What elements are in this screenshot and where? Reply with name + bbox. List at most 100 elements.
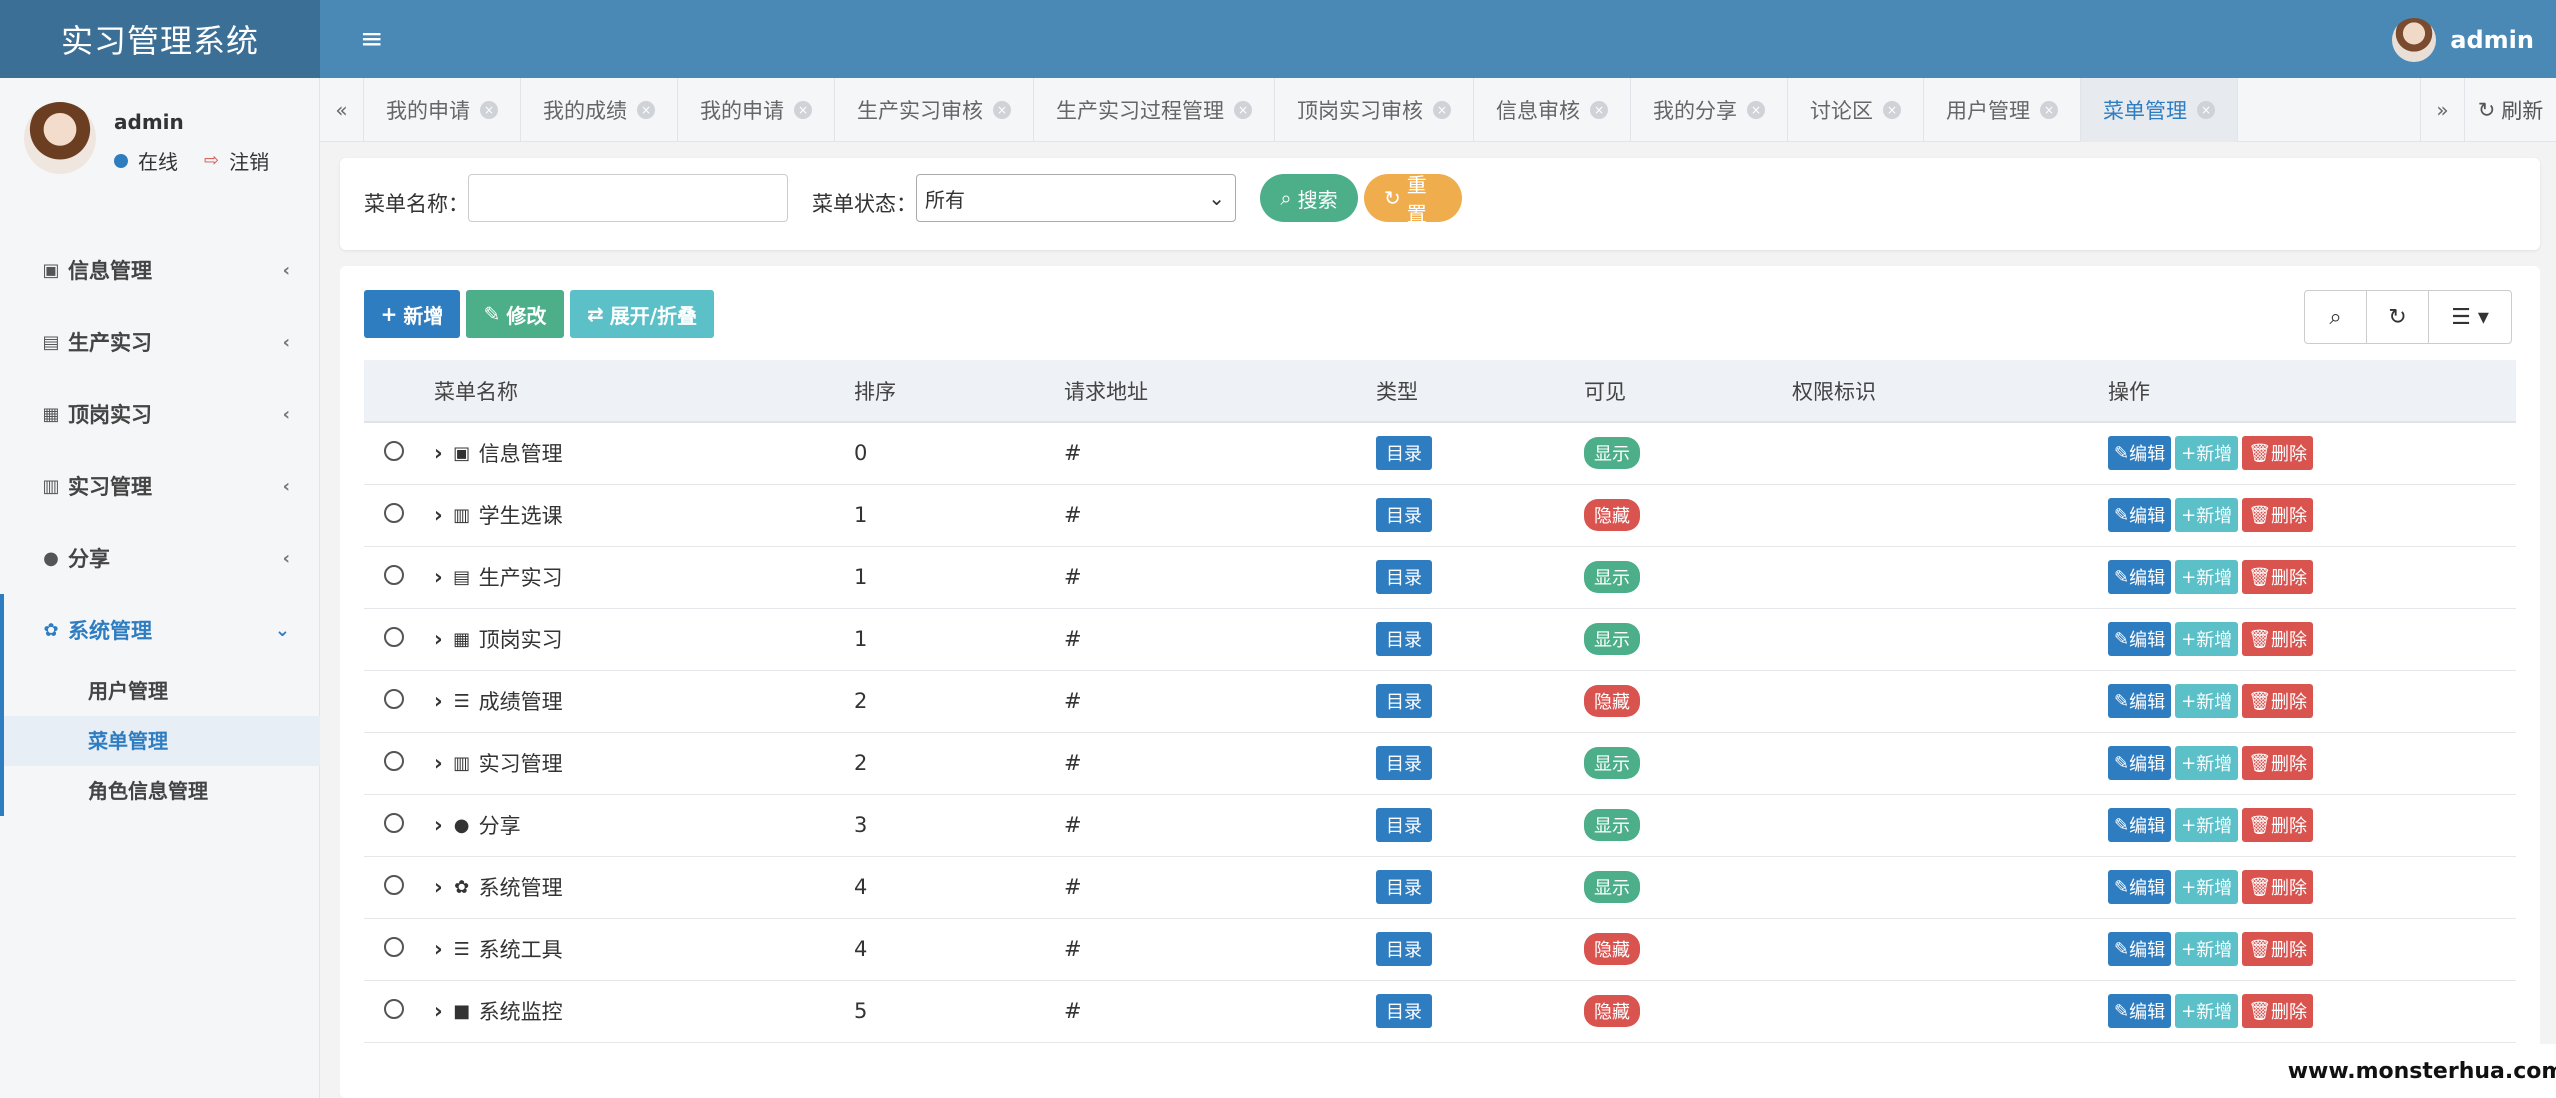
row-radio[interactable] [384,750,404,771]
row-delete-button[interactable]: 🗑 删除 [2242,560,2314,594]
chevron-right-icon[interactable]: › [434,689,443,713]
row-edit-button[interactable]: ✎ 编辑 [2108,746,2172,780]
tab-my-grades[interactable]: 我的成绩 × [521,78,678,142]
row-delete-button[interactable]: 🗑 删除 [2242,498,2314,532]
sidebar-item-share[interactable]: ● 分享 ‹ [0,522,320,594]
menu-toggle-icon[interactable]: ≡ [360,24,384,54]
table-row[interactable]: › ▣ 信息管理 0 # 目录 显示 ✎ 编辑 + 新增 🗑 删除 [364,422,2516,484]
sidebar-item-internship[interactable]: ▥ 实习管理 ‹ [0,450,320,522]
row-edit-button[interactable]: ✎ 编辑 [2108,622,2172,656]
row-add-button[interactable]: + 新增 [2175,684,2239,718]
top-user-menu[interactable]: admin [2392,18,2534,62]
row-add-button[interactable]: + 新增 [2175,622,2239,656]
row-delete-button[interactable]: 🗑 删除 [2242,994,2314,1028]
search-toggle-icon[interactable]: ⌕ [2305,291,2367,343]
tab-production-process[interactable]: 生产实习过程管理 × [1034,78,1275,142]
columns-icon[interactable]: ☰ ▾ [2429,291,2511,343]
row-delete-button[interactable]: 🗑 删除 [2242,684,2314,718]
logout-link[interactable]: 注销 [229,146,269,175]
sidebar-item-production[interactable]: ▤ 生产实习 ‹ [0,306,320,378]
col-order[interactable]: 排序 [854,360,1064,422]
chevron-right-icon[interactable]: › [434,565,443,589]
col-url[interactable]: 请求地址 [1064,360,1376,422]
table-row[interactable]: › ✿ 系统管理 4 # 目录 显示 ✎ 编辑 + 新增 🗑 删除 [364,856,2516,918]
row-delete-button[interactable]: 🗑 删除 [2242,436,2314,471]
table-row[interactable]: › ▥ 学生选课 1 # 目录 隐藏 ✎ 编辑 + 新增 🗑 删除 [364,484,2516,546]
row-edit-button[interactable]: ✎ 编辑 [2108,436,2172,471]
expand-collapse-button[interactable]: ⇄ 展开/折叠 [570,290,714,338]
reset-button[interactable]: ↻ 重置 [1364,173,1462,226]
row-radio[interactable] [384,564,404,585]
edit-button[interactable]: ✎ 修改 [466,290,564,338]
close-icon[interactable]: × [1433,101,1451,119]
logout-icon[interactable]: ⇨ [204,150,219,171]
table-row[interactable]: › ▥ 实习管理 2 # 目录 显示 ✎ 编辑 + 新增 🗑 删除 [364,732,2516,794]
refresh-icon[interactable]: ↻ [2367,291,2429,343]
row-radio[interactable] [384,440,404,461]
search-button[interactable]: ⌕ 搜索 [1260,174,1358,222]
row-delete-button[interactable]: 🗑 删除 [2242,932,2314,966]
chevron-right-icon[interactable]: › [434,751,443,775]
chevron-right-icon[interactable]: › [434,441,443,465]
table-row[interactable]: › ● 分享 3 # 目录 显示 ✎ 编辑 + 新增 🗑 删除 [364,794,2516,856]
close-icon[interactable]: × [1883,101,1901,119]
close-icon[interactable]: × [993,101,1011,119]
row-radio[interactable] [384,688,404,709]
close-icon[interactable]: × [2197,101,2215,119]
row-radio[interactable] [384,502,404,523]
row-edit-button[interactable]: ✎ 编辑 [2108,870,2172,904]
table-row[interactable]: › ▤ 生产实习 1 # 目录 显示 ✎ 编辑 + 新增 🗑 删除 [364,546,2516,608]
close-icon[interactable]: × [480,101,498,119]
add-button[interactable]: + 新增 [364,290,460,338]
row-edit-button[interactable]: ✎ 编辑 [2108,932,2172,966]
menu-status-select[interactable]: 所有 ⌄ [916,174,1236,222]
chevron-right-icon[interactable]: › [434,627,443,651]
sidebar-subitem-roles[interactable]: 角色信息管理 [4,766,320,816]
row-add-button[interactable]: + 新增 [2175,498,2239,532]
tab-next-icon[interactable]: » [2420,78,2464,142]
row-edit-button[interactable]: ✎ 编辑 [2108,684,2172,718]
tab-prev-icon[interactable]: « [320,78,364,142]
tab-user-management[interactable]: 用户管理 × [1924,78,2081,142]
refresh-button[interactable]: ↻ 刷新 [2464,78,2556,142]
tab-my-share[interactable]: 我的分享 × [1631,78,1788,142]
row-radio[interactable] [384,998,404,1019]
chevron-right-icon[interactable]: › [434,937,443,961]
table-row[interactable]: › ☰ 成绩管理 2 # 目录 隐藏 ✎ 编辑 + 新增 🗑 删除 [364,670,2516,732]
row-delete-button[interactable]: 🗑 删除 [2242,746,2314,780]
close-icon[interactable]: × [1590,101,1608,119]
row-edit-button[interactable]: ✎ 编辑 [2108,498,2172,532]
col-type[interactable]: 类型 [1376,360,1584,422]
row-edit-button[interactable]: ✎ 编辑 [2108,560,2172,594]
sidebar-item-placement[interactable]: ▦ 顶岗实习 ‹ [0,378,320,450]
row-delete-button[interactable]: 🗑 删除 [2242,808,2314,842]
tab-production-review[interactable]: 生产实习审核 × [835,78,1034,142]
row-edit-button[interactable]: ✎ 编辑 [2108,994,2172,1028]
close-icon[interactable]: × [794,101,812,119]
row-delete-button[interactable]: 🗑 删除 [2242,870,2314,904]
tab-info-review[interactable]: 信息审核 × [1474,78,1631,142]
sidebar-subitem-menus[interactable]: 菜单管理 [4,716,320,766]
row-radio[interactable] [384,626,404,647]
row-radio[interactable] [384,936,404,957]
chevron-right-icon[interactable]: › [434,503,443,527]
row-delete-button[interactable]: 🗑 删除 [2242,622,2314,656]
row-radio[interactable] [384,874,404,895]
table-row[interactable]: › ▦ 顶岗实习 1 # 目录 显示 ✎ 编辑 + 新增 🗑 删除 [364,608,2516,670]
row-add-button[interactable]: + 新增 [2175,932,2239,966]
chevron-right-icon[interactable]: › [434,999,443,1023]
row-radio[interactable] [384,812,404,833]
row-add-button[interactable]: + 新增 [2175,436,2239,471]
close-icon[interactable]: × [1747,101,1765,119]
tab-my-application[interactable]: 我的申请 × [364,78,521,142]
tab-placement-review[interactable]: 顶岗实习审核 × [1275,78,1474,142]
tab-my-application-2[interactable]: 我的申请 × [678,78,835,142]
row-add-button[interactable]: + 新增 [2175,994,2239,1028]
row-add-button[interactable]: + 新增 [2175,746,2239,780]
col-permission[interactable]: 权限标识 [1792,360,2108,422]
sidebar-item-info[interactable]: ▣ 信息管理 ‹ [0,234,320,306]
tab-menu-management[interactable]: 菜单管理 × [2081,78,2238,142]
sidebar-subitem-users[interactable]: 用户管理 [4,666,320,716]
close-icon[interactable]: × [2040,101,2058,119]
menu-name-input[interactable] [468,174,788,222]
